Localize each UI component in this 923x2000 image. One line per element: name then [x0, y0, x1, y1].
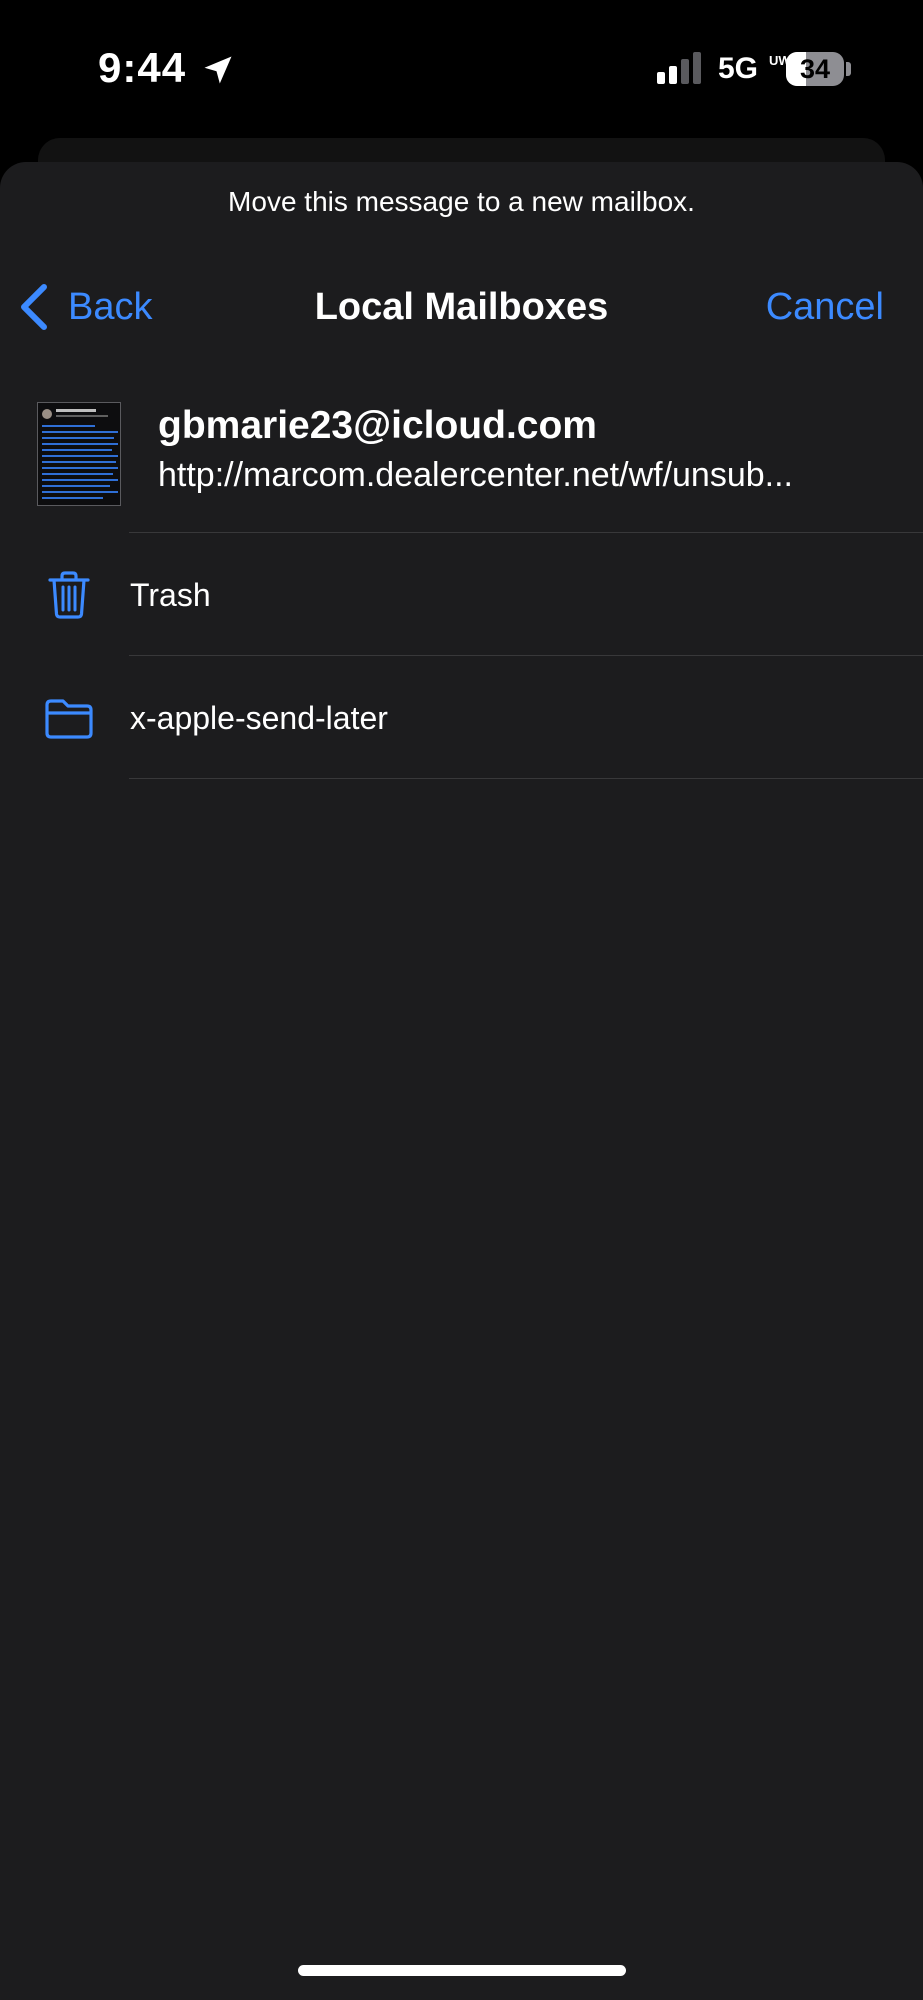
folder-icon	[45, 699, 93, 739]
trash-icon	[48, 571, 90, 619]
thumbnail-link-lines	[42, 425, 118, 503]
status-time: 9:44	[98, 44, 187, 91]
message-snippet: http://marcom.dealercenter.net/wf/unsub.…	[158, 456, 793, 494]
message-thumbnail	[37, 402, 121, 506]
thumbnail-header	[56, 409, 96, 412]
status-bar: 9:44 5G UW 34	[0, 0, 923, 130]
thumbnail-subheader	[56, 415, 108, 417]
divider	[129, 778, 923, 779]
chevron-left-icon	[21, 284, 47, 330]
back-button[interactable]: Back	[18, 272, 152, 342]
battery-cap	[846, 62, 851, 76]
divider	[129, 532, 923, 533]
cancel-button[interactable]: Cancel	[766, 272, 884, 342]
move-mailbox-sheet: Move this message to a new mailbox. Back…	[0, 162, 923, 2000]
mailbox-row-send-later[interactable]: x-apple-send-later	[0, 657, 923, 779]
mailbox-label: x-apple-send-later	[130, 700, 388, 736]
network-subtype: UW	[769, 53, 791, 68]
cellular-signal-icon	[657, 52, 701, 84]
sheet-prompt: Move this message to a new mailbox.	[228, 186, 695, 217]
battery-icon: 34	[786, 52, 844, 86]
home-indicator[interactable]	[298, 1965, 626, 1976]
divider	[129, 655, 923, 656]
mailbox-label: Trash	[130, 577, 211, 613]
battery-percentage: 34	[799, 54, 831, 84]
back-label: Back	[68, 285, 153, 328]
message-sender: gbmarie23@icloud.com	[158, 404, 597, 447]
thumbnail-avatar	[42, 409, 52, 419]
mailbox-row-trash[interactable]: Trash	[0, 534, 923, 656]
message-preview: gbmarie23@icloud.com http://marcom.deale…	[0, 394, 923, 534]
network-type: 5G	[718, 52, 759, 85]
navigation-bar: Back Local Mailboxes Cancel	[0, 272, 923, 342]
location-arrow-icon	[204, 56, 232, 84]
